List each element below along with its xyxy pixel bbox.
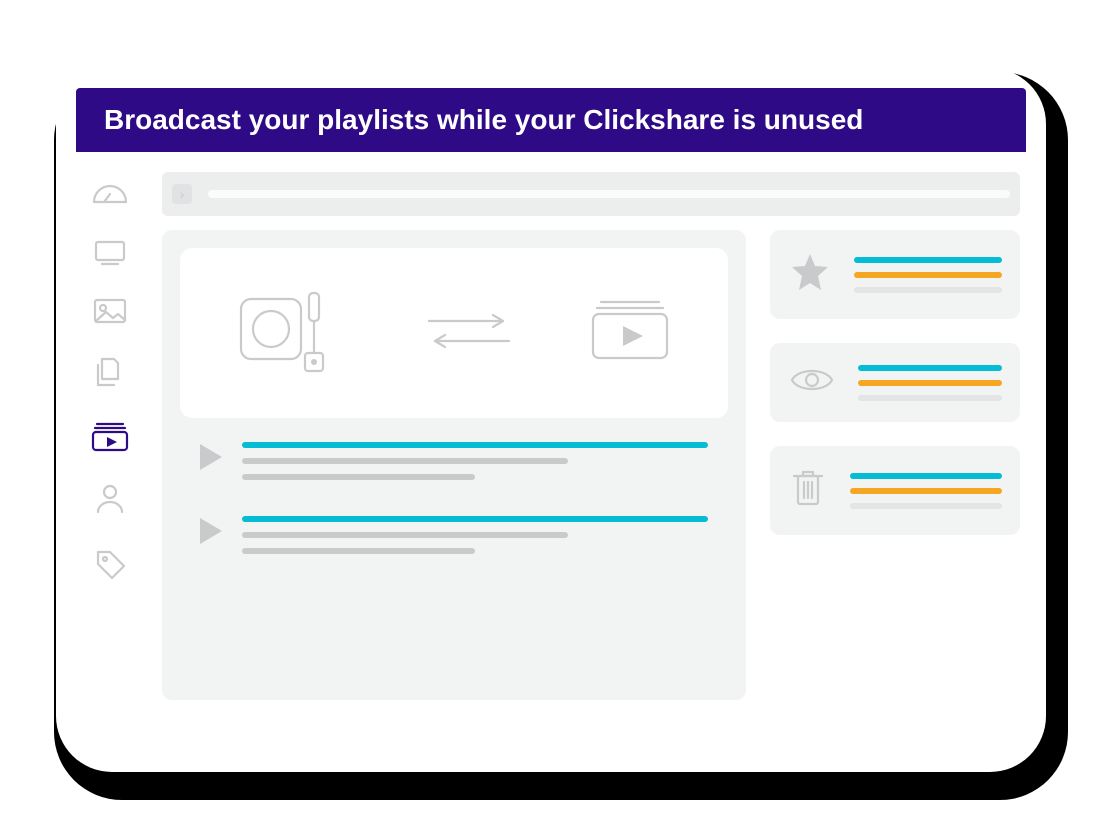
- sidebar-item-media[interactable]: [90, 296, 130, 326]
- card-meta: [850, 473, 1002, 509]
- sidebar-item-files[interactable]: [92, 356, 128, 390]
- sidebar: [82, 172, 138, 726]
- card-meta: [858, 365, 1002, 401]
- breadcrumb-bar[interactable]: ›: [162, 172, 1020, 216]
- playlist-icon: [89, 420, 131, 452]
- playlist-row[interactable]: [200, 442, 708, 480]
- clickshare-diagram: [180, 248, 728, 418]
- playlist-list: [180, 442, 728, 554]
- line-placeholder: [854, 257, 1002, 263]
- clickshare-device-icon: [233, 281, 353, 386]
- sidebar-item-tags[interactable]: [92, 546, 128, 580]
- device-frame: Broadcast your playlists while your Clic…: [56, 68, 1046, 772]
- playlist-row[interactable]: [200, 516, 708, 554]
- play-icon: [200, 444, 222, 470]
- files-icon: [92, 356, 128, 390]
- content-row: [162, 230, 1020, 700]
- side-cards: [770, 230, 1020, 700]
- line-placeholder: [850, 473, 1002, 479]
- line-placeholder: [242, 532, 568, 538]
- sync-arrows-icon: [419, 301, 519, 366]
- star-icon: [788, 250, 832, 299]
- play-icon: [200, 518, 222, 544]
- sidebar-item-screens[interactable]: [90, 238, 130, 266]
- page-title: Broadcast your playlists while your Clic…: [76, 88, 1026, 152]
- line-placeholder: [242, 442, 708, 448]
- views-card[interactable]: [770, 343, 1020, 422]
- eye-icon: [788, 363, 836, 402]
- user-icon: [93, 482, 127, 516]
- playlist-meta: [242, 516, 708, 554]
- sidebar-item-playlists[interactable]: [89, 420, 131, 452]
- gauge-icon: [90, 180, 130, 208]
- card-meta: [854, 257, 1002, 293]
- monitor-icon: [90, 238, 130, 266]
- trash-icon: [788, 466, 828, 515]
- playlist-panel: [162, 230, 746, 700]
- line-placeholder: [850, 488, 1002, 494]
- sidebar-item-dashboard[interactable]: [90, 180, 130, 208]
- tag-icon: [92, 546, 128, 580]
- line-placeholder: [242, 458, 568, 464]
- playlist-screen-icon: [585, 296, 675, 371]
- favorites-card[interactable]: [770, 230, 1020, 319]
- line-placeholder: [850, 503, 1002, 509]
- playlist-meta: [242, 442, 708, 480]
- line-placeholder: [854, 287, 1002, 293]
- line-placeholder: [242, 548, 475, 554]
- line-placeholder: [858, 380, 1002, 386]
- line-placeholder: [858, 365, 1002, 371]
- image-icon: [90, 296, 130, 326]
- app-body: ›: [56, 172, 1046, 752]
- line-placeholder: [858, 395, 1002, 401]
- line-placeholder: [242, 474, 475, 480]
- main-area: ›: [162, 172, 1020, 726]
- chevron-right-icon: ›: [172, 184, 192, 204]
- line-placeholder: [242, 516, 708, 522]
- address-placeholder: [208, 190, 1010, 198]
- trash-card[interactable]: [770, 446, 1020, 535]
- line-placeholder: [854, 272, 1002, 278]
- sidebar-item-users[interactable]: [93, 482, 127, 516]
